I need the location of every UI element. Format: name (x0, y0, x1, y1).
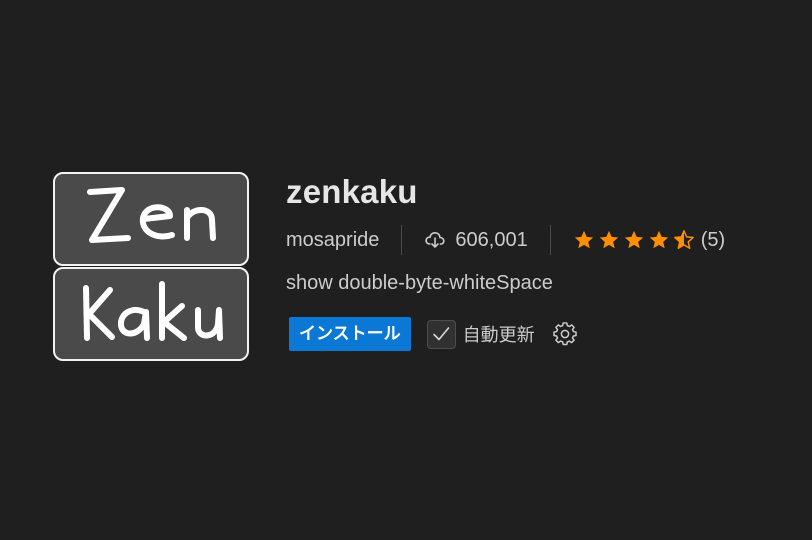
extension-actions: インストール 自動更新 (286, 316, 796, 352)
checkmark-icon (433, 327, 450, 341)
star-icon (648, 229, 670, 251)
meta-divider (401, 225, 403, 255)
extension-detail-header: zenkaku mosapride 606,001 (5) show doubl… (0, 0, 812, 540)
star-icon (573, 229, 595, 251)
rating-count: (5) (700, 228, 726, 251)
meta-divider (549, 225, 551, 255)
half-star-icon (673, 229, 695, 251)
auto-update-label: 自動更新 (462, 325, 535, 345)
extension-meta-row: mosapride 606,001 (5) (286, 224, 796, 256)
zenkaku-logo-image (53, 172, 249, 361)
extension-description: show double-byte-whiteSpace (286, 272, 553, 294)
cloud-download-icon (424, 230, 446, 250)
download-count: 606,001 (424, 228, 528, 252)
auto-update-checkbox[interactable] (426, 319, 456, 349)
star-icon (623, 229, 645, 251)
auto-update-toggle[interactable]: 自動更新 (426, 319, 535, 349)
extension-logo (52, 172, 252, 362)
extension-details: zenkaku mosapride 606,001 (5) show doubl… (286, 172, 796, 352)
publisher-name[interactable]: mosapride (286, 229, 379, 252)
install-button[interactable]: インストール (289, 317, 411, 351)
rating[interactable]: (5) (573, 229, 725, 252)
download-count-value: 606,001 (455, 228, 528, 251)
star-icon (598, 229, 620, 251)
rating-stars (573, 229, 698, 251)
extension-name: zenkaku (286, 173, 418, 210)
gear-icon[interactable] (552, 322, 577, 346)
